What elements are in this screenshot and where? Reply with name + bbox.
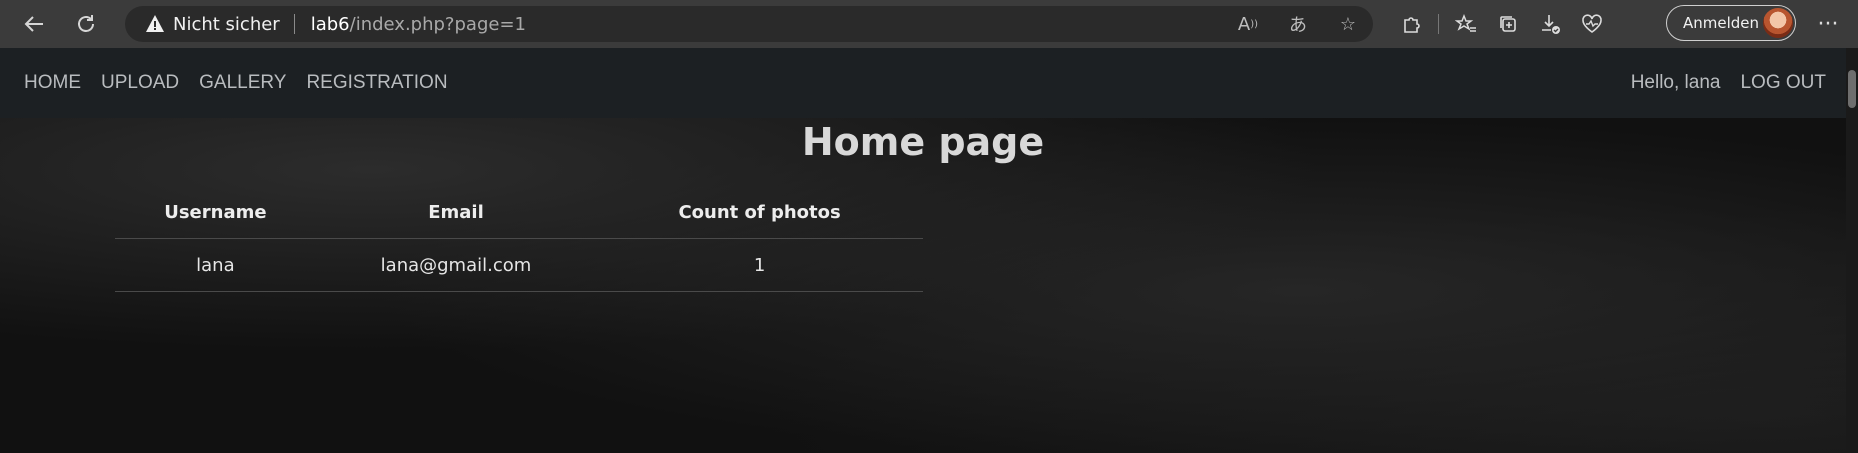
address-bar[interactable]: Nicht sicher lab6/index.php?page=1 A)) あ… (125, 6, 1373, 42)
cell-count: 1 (596, 238, 923, 292)
page-viewport: HOME UPLOAD GALLERY REGISTRATION Hello, … (0, 48, 1858, 453)
table-row: lana lana@gmail.com 1 (115, 238, 923, 292)
browser-toolbar: Nicht sicher lab6/index.php?page=1 A)) あ… (0, 0, 1858, 48)
page-title: Home page (801, 120, 1045, 164)
logout-link[interactable]: LOG OUT (1740, 72, 1826, 94)
sign-in-label: Anmelden (1683, 14, 1760, 32)
collections-icon[interactable] (1487, 4, 1529, 44)
avatar (1763, 8, 1793, 38)
nav-gallery-link[interactable]: GALLERY (199, 72, 286, 94)
cell-email: lana@gmail.com (315, 238, 597, 292)
toolbar-divider (1438, 14, 1439, 34)
reload-icon[interactable] (64, 4, 108, 44)
table-header-row: Username Email Count of photos (115, 186, 923, 239)
nav-registration-link[interactable]: REGISTRATION (306, 72, 447, 94)
header-username: Username (115, 186, 316, 239)
nav-home-link[interactable]: HOME (24, 72, 81, 94)
cell-username: lana (115, 238, 316, 292)
user-greeting: Hello, lana (1630, 72, 1721, 93)
favorites-icon[interactable] (1445, 4, 1487, 44)
url-host: lab6 (310, 13, 350, 35)
scrollbar[interactable] (1846, 48, 1858, 453)
sign-in-button[interactable]: Anmelden (1666, 5, 1796, 41)
security-label[interactable]: Nicht sicher (173, 14, 280, 35)
read-aloud-icon[interactable]: A)) (1233, 9, 1263, 39)
url-text[interactable]: lab6/index.php?page=1 (311, 14, 526, 35)
header-email: Email (315, 186, 597, 239)
more-icon[interactable]: ··· (1808, 8, 1848, 40)
puzzle-icon[interactable] (1390, 4, 1432, 44)
browser-essentials-icon[interactable] (1571, 4, 1613, 44)
warning-icon[interactable] (145, 14, 165, 34)
address-divider (293, 14, 295, 34)
translate-icon[interactable]: あ (1283, 9, 1313, 39)
star-icon[interactable]: ☆ (1333, 9, 1363, 39)
back-arrow-icon[interactable] (12, 4, 56, 44)
header-count: Count of photos (596, 186, 923, 239)
scrollbar-thumb[interactable] (1848, 70, 1856, 108)
nav-upload-link[interactable]: UPLOAD (101, 72, 179, 94)
site-navbar: HOME UPLOAD GALLERY REGISTRATION Hello, … (0, 48, 1846, 118)
downloads-icon[interactable] (1529, 4, 1571, 44)
users-table: Username Email Count of photos lana lana… (115, 186, 923, 292)
url-path: /index.php?page=1 (349, 13, 526, 35)
